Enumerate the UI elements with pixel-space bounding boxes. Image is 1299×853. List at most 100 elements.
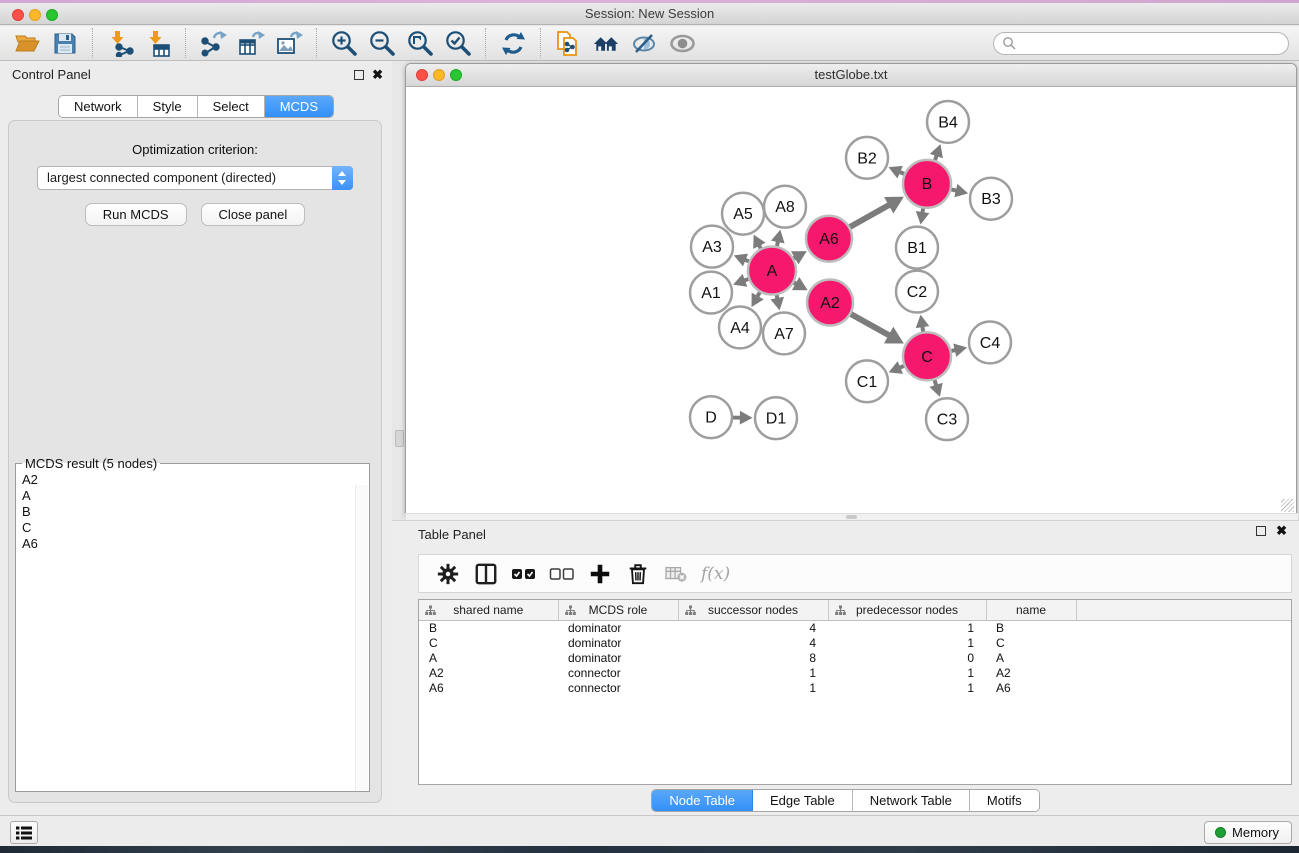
open-folder-icon[interactable] <box>13 29 41 57</box>
zoom-in-icon[interactable] <box>330 29 358 57</box>
import-table-icon[interactable] <box>144 29 172 57</box>
table-cell[interactable]: 8 <box>678 650 828 665</box>
table-cell[interactable]: 1 <box>828 635 986 650</box>
table-row[interactable]: Cdominator41C <box>419 635 1291 650</box>
mcds-result-item[interactable]: A <box>22 488 369 504</box>
memory-label: Memory <box>1232 825 1279 840</box>
zoom-selected-icon[interactable] <box>444 29 472 57</box>
gear-icon[interactable] <box>434 561 462 587</box>
mcds-result-item[interactable]: C <box>22 520 369 536</box>
export-network-icon[interactable] <box>199 29 227 57</box>
zoom-out-icon[interactable] <box>368 29 396 57</box>
deselect-all-icon[interactable] <box>548 561 576 587</box>
close-panel-icon[interactable]: ✖ <box>372 68 383 82</box>
table-cell[interactable]: A6 <box>419 680 558 695</box>
export-image-icon[interactable] <box>275 29 303 57</box>
save-icon[interactable] <box>51 29 79 57</box>
table-cell[interactable]: 1 <box>828 680 986 695</box>
column-header-shared-name[interactable]: shared name <box>419 600 558 620</box>
table-row[interactable]: Bdominator41B <box>419 620 1291 635</box>
columns-icon[interactable] <box>472 561 500 587</box>
float-panel-icon[interactable] <box>354 70 364 80</box>
tab-select[interactable]: Select <box>198 96 265 117</box>
desktop-hscroll-thumb[interactable] <box>846 515 857 519</box>
table-cell[interactable]: A <box>419 650 558 665</box>
network-window-titlebar[interactable]: testGlobe.txt <box>406 64 1296 87</box>
close-panel-button[interactable]: Close panel <box>201 203 306 226</box>
refresh-icon[interactable] <box>499 29 527 57</box>
add-icon[interactable] <box>586 561 614 587</box>
network-graph: AA1A2A3A4A5A6A7A8BB1B2B3B4CC1C2C3C4DD1 <box>406 88 1296 514</box>
graph-node-label: A1 <box>701 285 721 302</box>
float-table-panel-icon[interactable] <box>1256 526 1266 536</box>
table-cell[interactable]: B <box>986 620 1076 635</box>
tab-style[interactable]: Style <box>138 96 198 117</box>
zoom-fit-icon[interactable] <box>406 29 434 57</box>
table-row[interactable]: Adominator80A <box>419 650 1291 665</box>
table-cell[interactable]: dominator <box>558 635 678 650</box>
tab-network[interactable]: Network <box>59 96 138 117</box>
table-row[interactable]: A2connector11A2 <box>419 665 1291 680</box>
graph-node-label: C4 <box>980 335 1001 352</box>
mcds-result-item[interactable]: A6 <box>22 536 369 552</box>
table-cell[interactable]: 1 <box>828 665 986 680</box>
graph-edge-arrowhead <box>930 383 943 397</box>
table-cell[interactable]: 1 <box>678 680 828 695</box>
close-table-panel-icon[interactable]: ✖ <box>1276 524 1287 538</box>
graph-edge-arrowhead <box>916 315 930 328</box>
table-cell[interactable]: C <box>986 635 1076 650</box>
graph-node-label: A4 <box>730 320 750 337</box>
result-scrollbar[interactable] <box>355 485 368 790</box>
table-cell[interactable]: 0 <box>828 650 986 665</box>
table-cell[interactable]: dominator <box>558 650 678 665</box>
desktop-vscroll-thumb[interactable] <box>395 430 404 447</box>
hide-details-icon[interactable] <box>630 29 658 57</box>
tab-mcds[interactable]: MCDS <box>265 96 333 117</box>
tab-node-table[interactable]: Node Table <box>652 790 753 811</box>
table-cell[interactable]: A <box>986 650 1076 665</box>
graph-node-label: C <box>921 349 933 366</box>
home-icon[interactable] <box>592 29 620 57</box>
graph-edge[interactable] <box>850 205 890 227</box>
select-all-icon[interactable] <box>510 561 538 587</box>
tab-network-table[interactable]: Network Table <box>853 790 970 811</box>
task-history-button[interactable] <box>10 821 38 844</box>
column-header-successor-nodes[interactable]: successor nodes <box>678 600 828 620</box>
column-header-name[interactable]: name <box>986 600 1076 620</box>
resize-grip-icon[interactable] <box>1281 499 1294 512</box>
table-row[interactable]: A6connector11A6 <box>419 680 1291 695</box>
mcds-result-item[interactable]: A2 <box>22 472 369 488</box>
table-cell[interactable]: 1 <box>828 620 986 635</box>
import-network-icon[interactable] <box>106 29 134 57</box>
show-details-icon[interactable] <box>668 29 696 57</box>
session-networks-icon[interactable] <box>554 29 582 57</box>
table-cell[interactable]: 1 <box>678 665 828 680</box>
graph-node-label: A3 <box>702 239 722 256</box>
tab-motifs[interactable]: Motifs <box>970 790 1039 811</box>
table-cell[interactable]: 4 <box>678 635 828 650</box>
search-input[interactable] <box>1016 36 1280 50</box>
trash-icon[interactable] <box>624 561 652 587</box>
mcds-result-item[interactable]: B <box>22 504 369 520</box>
network-canvas[interactable]: AA1A2A3A4A5A6A7A8BB1B2B3B4CC1C2C3C4DD1 <box>406 88 1296 514</box>
column-header-mcds-role[interactable]: MCDS role <box>558 600 678 620</box>
list-icon <box>15 825 33 841</box>
table-cell[interactable]: B <box>419 620 558 635</box>
export-table-icon[interactable] <box>237 29 265 57</box>
clear-table-icon <box>662 561 690 587</box>
graph-edge[interactable] <box>851 314 890 335</box>
tab-edge-table[interactable]: Edge Table <box>753 790 853 811</box>
table-cell[interactable]: dominator <box>558 620 678 635</box>
run-mcds-button[interactable]: Run MCDS <box>85 203 187 226</box>
table-cell[interactable]: C <box>419 635 558 650</box>
table-cell[interactable]: connector <box>558 665 678 680</box>
table-cell[interactable]: connector <box>558 680 678 695</box>
table-cell[interactable]: A2 <box>986 665 1076 680</box>
table-cell[interactable]: A6 <box>986 680 1076 695</box>
table-cell[interactable]: A2 <box>419 665 558 680</box>
table-cell[interactable]: 4 <box>678 620 828 635</box>
search-box[interactable] <box>993 32 1289 55</box>
column-header-predecessor-nodes[interactable]: predecessor nodes <box>828 600 986 620</box>
criterion-dropdown[interactable]: largest connected component (directed) <box>37 166 353 190</box>
memory-button[interactable]: Memory <box>1204 821 1292 844</box>
